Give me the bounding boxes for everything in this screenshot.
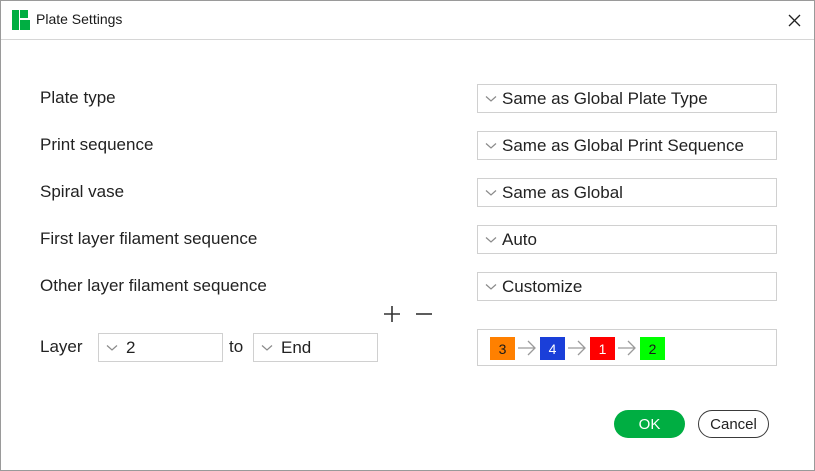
close-button[interactable] <box>781 7 807 33</box>
close-icon <box>788 14 800 26</box>
print-sequence-label: Print sequence <box>40 135 154 154</box>
layer-from-value: 2 <box>126 338 136 357</box>
chevron-down-icon <box>485 284 497 290</box>
chevron-down-icon <box>485 96 497 102</box>
chevron-down-icon <box>261 345 273 351</box>
first-layer-sequence-label: First layer filament sequence <box>40 229 258 248</box>
plate-type-select[interactable]: Same as Global Plate Type <box>477 84 777 113</box>
filament-sequence-box: 3 4 1 2 <box>477 329 777 366</box>
ok-button[interactable]: OK <box>614 410 685 438</box>
chevron-down-icon <box>485 237 497 243</box>
arrow-right-icon <box>618 340 636 356</box>
other-layer-sequence-select[interactable]: Customize <box>477 272 777 301</box>
other-layer-sequence-label: Other layer filament sequence <box>40 276 267 295</box>
plate-settings-dialog: Plate Settings Plate type Same as Global… <box>0 0 815 471</box>
title-bar: Plate Settings <box>1 1 814 40</box>
print-sequence-value: Same as Global Print Sequence <box>502 136 744 155</box>
plate-type-value: Same as Global Plate Type <box>502 89 708 108</box>
chevron-down-icon <box>485 190 497 196</box>
filament-chip-4[interactable]: 4 <box>540 337 565 360</box>
spiral-vase-label: Spiral vase <box>40 182 125 201</box>
minus-icon[interactable] <box>413 303 435 325</box>
layer-from-select[interactable]: 2 <box>98 333 223 362</box>
filament-chip-1[interactable]: 1 <box>590 337 615 360</box>
first-layer-sequence-value: Auto <box>502 230 537 249</box>
dialog-title: Plate Settings <box>36 11 123 27</box>
bambu-studio-icon <box>12 10 30 30</box>
layer-to-label: to <box>229 337 244 356</box>
chevron-down-icon <box>106 345 118 351</box>
spiral-vase-value: Same as Global <box>502 183 623 202</box>
other-layer-sequence-value: Customize <box>502 277 583 296</box>
layer-label: Layer <box>40 337 83 356</box>
plate-type-label: Plate type <box>40 88 116 107</box>
layer-to-select[interactable]: End <box>253 333 378 362</box>
arrow-right-icon <box>568 340 586 356</box>
print-sequence-select[interactable]: Same as Global Print Sequence <box>477 131 777 160</box>
spiral-vase-select[interactable]: Same as Global <box>477 178 777 207</box>
filament-chip-2[interactable]: 2 <box>640 337 665 360</box>
plus-icon[interactable] <box>381 303 403 325</box>
cancel-button[interactable]: Cancel <box>698 410 769 438</box>
layer-to-value: End <box>281 338 312 357</box>
filament-chip-3[interactable]: 3 <box>490 337 515 360</box>
first-layer-sequence-select[interactable]: Auto <box>477 225 777 254</box>
chevron-down-icon <box>485 143 497 149</box>
arrow-right-icon <box>518 340 536 356</box>
